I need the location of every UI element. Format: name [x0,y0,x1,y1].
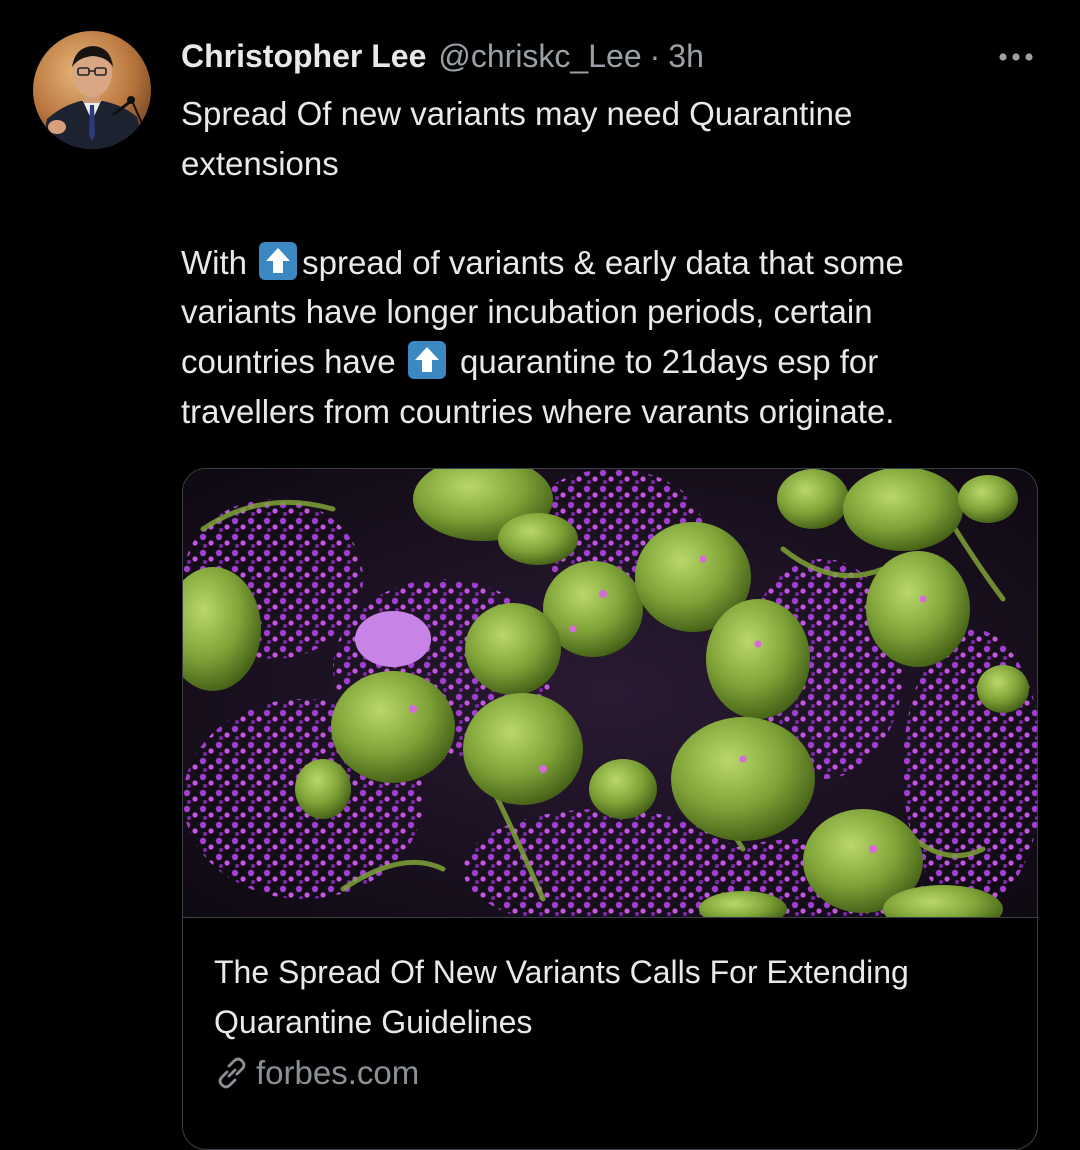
tweet-text-line: extensions [181,144,339,182]
separator-dot: · [649,37,661,74]
tweet-text-line: travellers from countries where varants … [181,392,895,430]
card-image [183,469,1037,917]
up-arrow-emoji-icon [407,340,446,379]
tweet-text-line: variants have longer incubation periods,… [181,293,873,331]
card-title-line: Quarantine Guidelines [214,1004,533,1040]
card-domain[interactable]: forbes.com [214,1054,419,1092]
tweet-text-segment: spread of variants & early data that som… [302,243,904,281]
tweet[interactable]: Christopher Lee @chriskc_Lee · 3h Spread… [0,0,1080,1150]
card-title[interactable]: The Spread Of New Variants Calls For Ext… [214,947,1014,1047]
card-domain-text: forbes.com [256,1054,420,1091]
card-title-line: The Spread Of New Variants Calls For Ext… [214,954,909,990]
link-preview-card[interactable]: The Spread Of New Variants Calls For Ext… [182,468,1038,1150]
tweet-text-line: Spread Of new variants may need Quaranti… [181,95,853,132]
tweet-text-segment: countries have [181,342,405,380]
avatar[interactable] [33,31,151,149]
link-icon [218,1057,246,1089]
author-name[interactable]: Christopher Lee [181,38,426,75]
tweet-text-segment: With [181,243,257,281]
card-divider [183,917,1037,918]
up-arrow-emoji-icon [259,241,298,280]
tweet-text-segment: quarantine to 21days esp for [450,342,879,380]
tweet-text: Spread Of new variants may need Quaranti… [181,89,1041,436]
more-options-button[interactable] [996,40,1036,74]
author-handle[interactable]: @chriskc_Lee [438,38,641,75]
more-icon [999,53,1033,61]
avatar-photo [33,31,151,149]
timestamp[interactable]: 3h [668,38,704,75]
tweet-header: Christopher Lee @chriskc_Lee · 3h [181,34,704,78]
